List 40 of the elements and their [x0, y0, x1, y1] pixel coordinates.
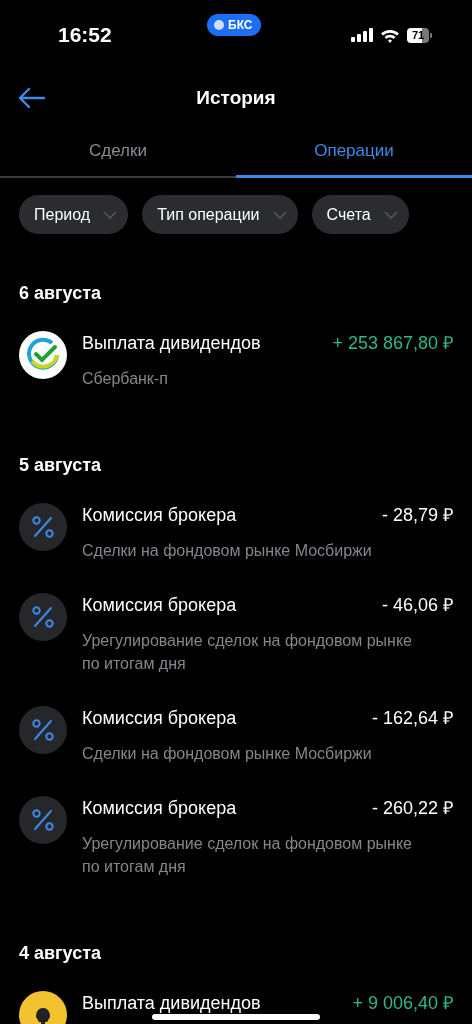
back-button[interactable]: [16, 86, 46, 110]
operation-amount: + 9 006,40 ₽: [352, 992, 453, 1015]
clock-time: 16:52: [58, 23, 112, 47]
chevron-down-icon: [382, 209, 399, 220]
bank-logo-icon: [19, 331, 67, 379]
operation-title: Комиссия брокера: [82, 797, 237, 820]
wifi-icon: [380, 27, 400, 43]
operation-title: Комиссия брокера: [82, 504, 237, 527]
percent-icon: [19, 503, 67, 551]
operation-description: Сбербанк-п: [82, 369, 169, 389]
operation-amount: - 28,79 ₽: [381, 504, 453, 527]
tab[interactable]: Сделки: [0, 126, 236, 178]
app-pill[interactable]: БКС: [207, 14, 262, 36]
date-heading: 6 августа: [19, 282, 102, 305]
chevron-down-icon: [102, 209, 119, 220]
operation-amount: - 46,06 ₽: [381, 594, 453, 617]
filter-dropdown[interactable]: Счета: [311, 195, 409, 234]
percent-icon: [19, 593, 67, 641]
operation-amount: + 253 867,80 ₽: [332, 332, 453, 355]
operation-amount: - 260,22 ₽: [371, 797, 453, 820]
filter-dropdown[interactable]: Тип операции: [142, 195, 298, 234]
filter-dropdown[interactable]: Период: [19, 195, 129, 234]
chevron-down-icon: [271, 209, 288, 220]
signal-icon: [351, 28, 373, 42]
date-heading: 5 августа: [19, 454, 102, 477]
date-heading: 4 августа: [19, 942, 102, 965]
percent-icon: [19, 796, 67, 844]
operation-description: Урегулирование сделок на фондовом рынке по итогам дня: [82, 631, 413, 674]
operation-description: Урегулирование сделок на фондовом рынке по итогам дня: [82, 834, 413, 877]
operation-title: Комиссия брокера: [82, 594, 237, 617]
battery-icon: 71: [407, 27, 432, 43]
percent-icon: [19, 706, 67, 754]
screen-title: История: [196, 87, 276, 109]
operation-amount: - 162,64 ₽: [371, 707, 453, 730]
operation-title: Комиссия брокера: [82, 707, 237, 730]
operation-description: Сделки на фондовом рынке Мосбиржи: [82, 744, 373, 764]
operation-title: Выплата дивидендов: [82, 332, 261, 355]
operation-description: Сделки на фондовом рынке Мосбиржи: [82, 541, 373, 561]
tab[interactable]: Операции: [236, 126, 472, 178]
operation-title: Выплата дивидендов: [82, 992, 261, 1015]
